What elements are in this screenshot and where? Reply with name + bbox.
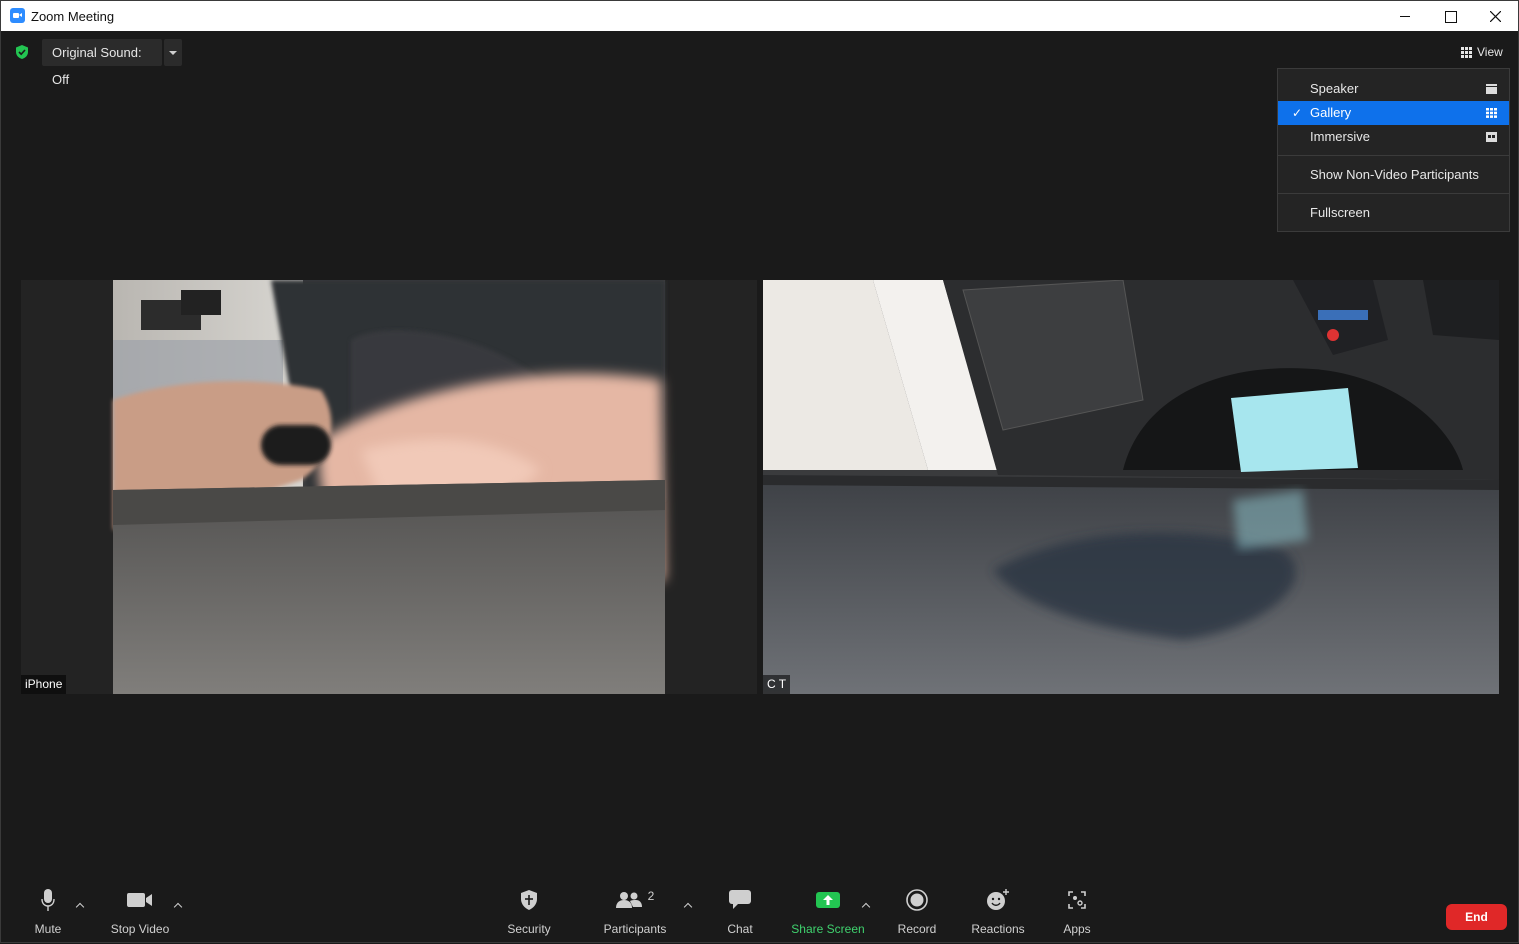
participants-icon <box>615 892 642 908</box>
participants-label: Participants <box>603 922 667 936</box>
share-screen-label: Share Screen <box>791 922 865 936</box>
participant-count: 2 <box>647 889 655 903</box>
chat-label: Chat <box>727 922 753 936</box>
immersive-view-icon <box>1486 132 1497 142</box>
maximize-button[interactable] <box>1427 1 1473 31</box>
reactions-button[interactable]: Reactions <box>967 884 1029 936</box>
original-sound-button[interactable]: Original Sound: Off <box>42 39 162 87</box>
video-camera-icon <box>127 893 152 907</box>
meeting-toolbar: Mute Stop Video Security 2 Participants … <box>1 884 1518 944</box>
minimize-button[interactable] <box>1382 1 1428 31</box>
record-icon <box>906 889 928 911</box>
apps-button[interactable]: Apps <box>1057 884 1097 936</box>
participants-button[interactable]: 2 Participants <box>599 884 671 936</box>
menu-item-label: Speaker <box>1310 81 1359 96</box>
menu-item-speaker[interactable]: Speaker <box>1278 77 1509 101</box>
menu-item-gallery[interactable]: ✓ Gallery <box>1278 101 1509 125</box>
original-sound-dropdown[interactable] <box>164 39 182 66</box>
menu-item-fullscreen[interactable]: Fullscreen <box>1278 201 1509 225</box>
participants-options-caret[interactable] <box>684 902 694 910</box>
encryption-shield-icon[interactable] <box>14 44 30 60</box>
close-button[interactable] <box>1472 1 1518 31</box>
share-screen-icon <box>816 892 840 908</box>
audio-options-caret[interactable] <box>76 902 86 910</box>
security-shield-icon <box>521 890 537 910</box>
gallery-view-icon <box>1486 108 1497 118</box>
microphone-icon <box>41 889 55 911</box>
menu-divider <box>1278 193 1509 194</box>
video-options-caret[interactable] <box>174 902 184 910</box>
menu-item-immersive[interactable]: Immersive <box>1278 125 1509 149</box>
share-options-caret[interactable] <box>862 902 872 910</box>
zoom-logo-icon <box>10 8 25 23</box>
view-label: View <box>1477 45 1503 59</box>
reactions-label: Reactions <box>971 922 1025 936</box>
menu-item-show-non-video[interactable]: Show Non-Video Participants <box>1278 163 1509 187</box>
menu-item-label: Gallery <box>1310 105 1352 120</box>
participant-name-tag: iPhone <box>21 675 67 694</box>
participant-name-tag: C T <box>763 675 791 694</box>
participant-video <box>763 280 1499 694</box>
speaker-view-icon <box>1486 84 1497 94</box>
window-title: Zoom Meeting <box>31 9 115 24</box>
view-button[interactable]: View <box>1461 44 1503 60</box>
participant-video <box>21 280 665 694</box>
record-button[interactable]: Record <box>894 884 940 936</box>
apps-label: Apps <box>1063 922 1091 936</box>
apps-icon <box>1068 891 1086 909</box>
mute-button[interactable]: Mute <box>23 884 73 936</box>
security-button[interactable]: Security <box>501 884 557 936</box>
menu-divider <box>1278 155 1509 156</box>
stop-video-button[interactable]: Stop Video <box>105 884 175 936</box>
smiley-plus-icon <box>987 889 1009 910</box>
zoom-window: Zoom Meeting Original Sound: Off View Sp… <box>0 0 1519 943</box>
video-tile-ct[interactable]: C T <box>763 280 1499 694</box>
close-icon <box>1490 11 1501 22</box>
chat-button[interactable]: Chat <box>719 884 761 936</box>
stop-video-label: Stop Video <box>110 922 170 936</box>
end-meeting-button[interactable]: End <box>1446 904 1507 930</box>
menu-item-label: Immersive <box>1310 129 1370 144</box>
record-label: Record <box>897 922 937 936</box>
video-tile-iphone[interactable]: iPhone <box>21 280 757 694</box>
chat-bubble-icon <box>729 890 751 909</box>
view-menu: Speaker ✓ Gallery Immersive Show Non-Vid… <box>1277 68 1510 232</box>
security-label: Security <box>507 922 551 936</box>
share-screen-button[interactable]: Share Screen <box>791 884 865 936</box>
title-bar: Zoom Meeting <box>1 1 1518 31</box>
mute-label: Mute <box>34 922 62 936</box>
checkmark-icon: ✓ <box>1292 106 1303 120</box>
grid-icon <box>1461 46 1472 58</box>
